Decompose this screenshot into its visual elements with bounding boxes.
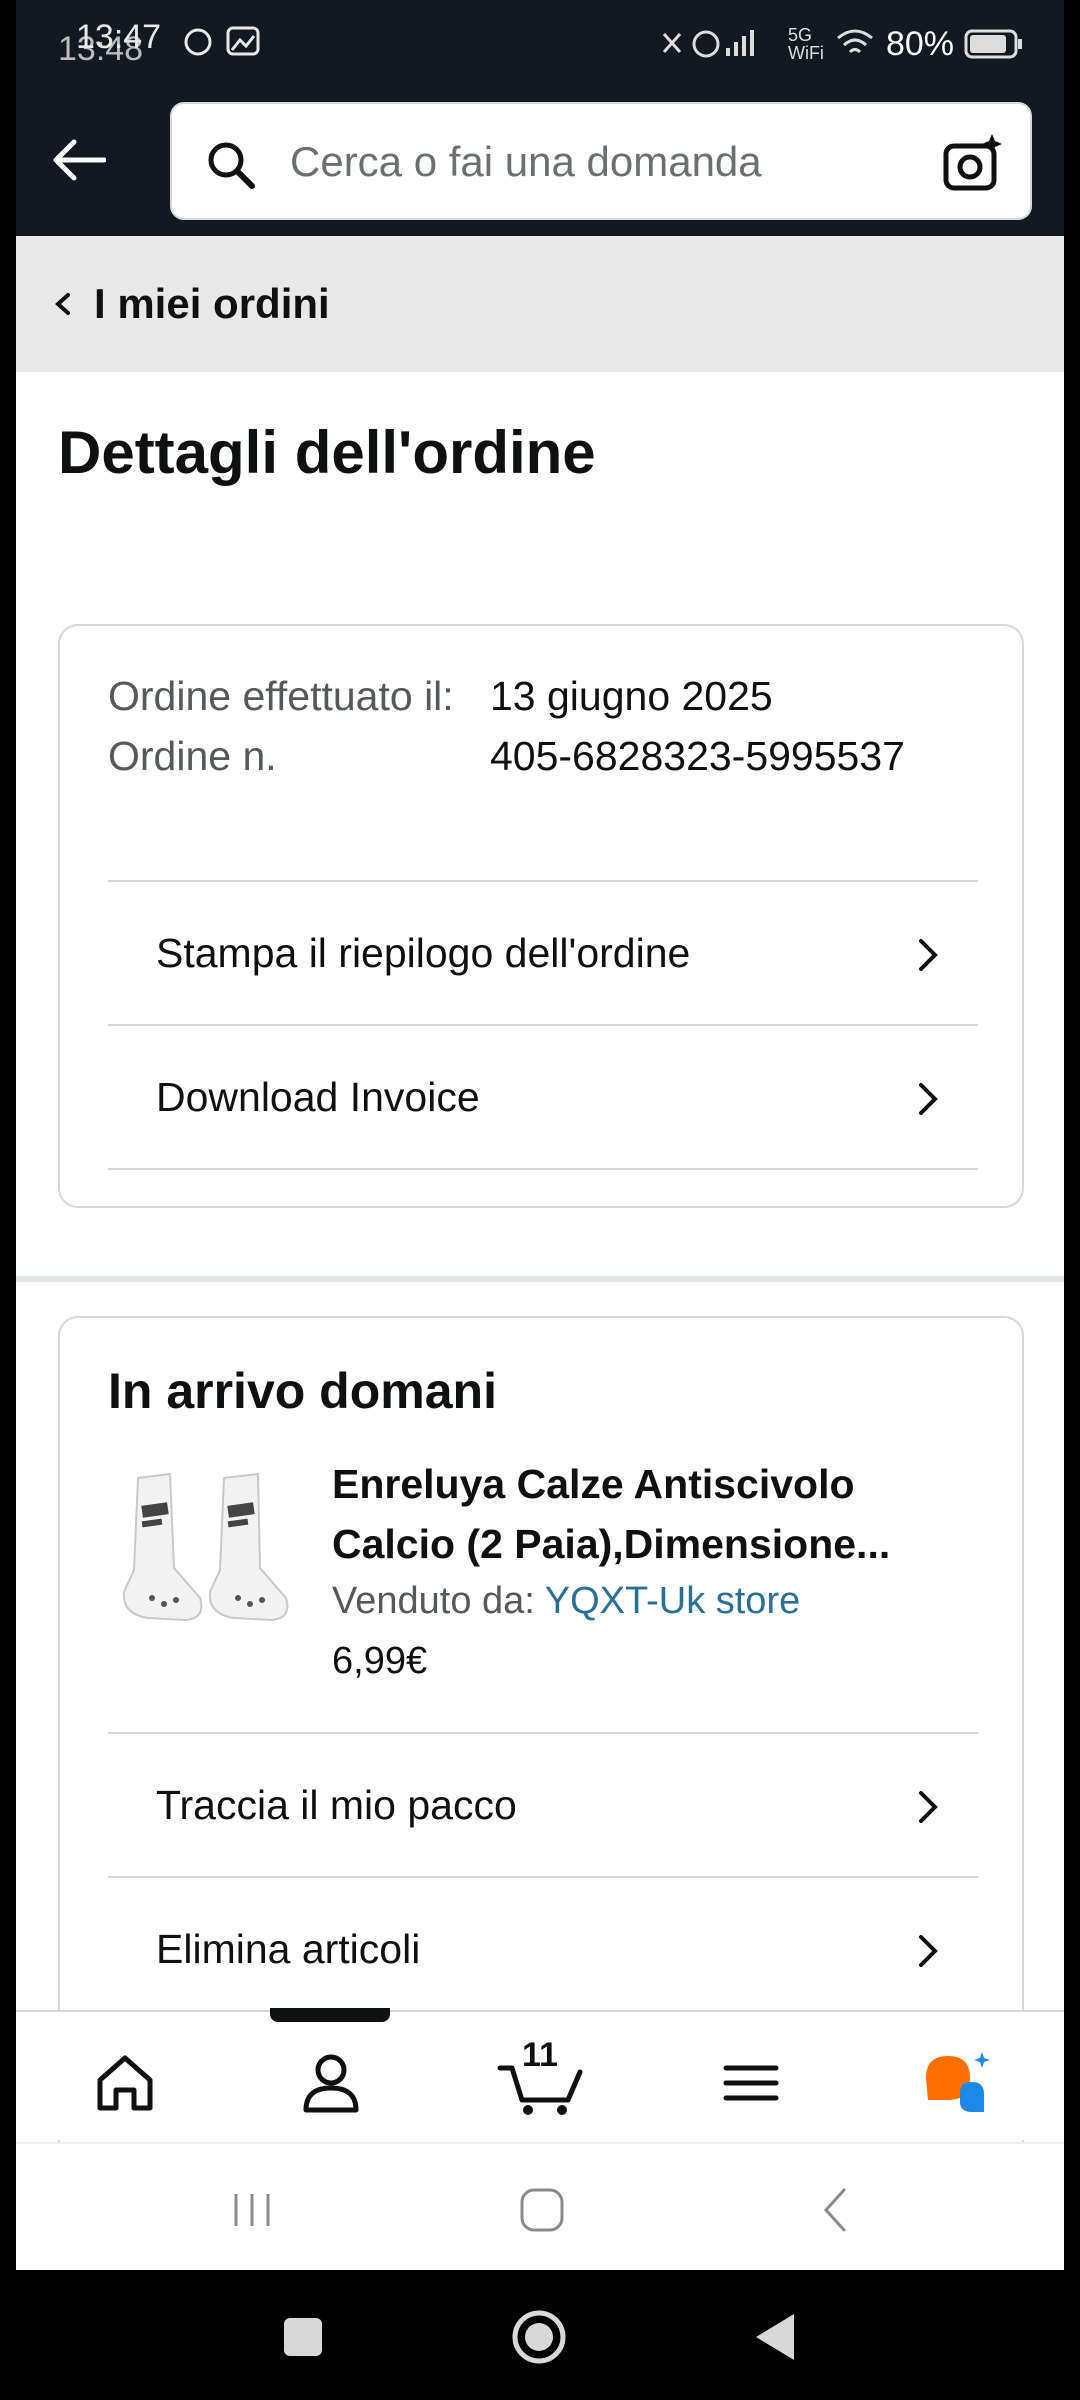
order-summary-card: Ordine effettuato il: Ordine n. 13 giugn… [58,624,1024,1208]
remove-items-link[interactable]: Elimina articoli [108,1876,978,2020]
battery-icon [964,29,1022,59]
back-button-icon[interactable] [806,2180,866,2240]
network-label: 5G [787,25,812,45]
product-title[interactable]: Enreluya Calze Antiscivolo Calcio (2 Pai… [332,1454,972,1574]
back-button[interactable] [44,126,112,194]
menu-icon[interactable] [716,2048,786,2118]
download-invoice-label: Download Invoice [156,1073,480,1120]
print-order-summary-label: Stampa il riepilogo dell'ordine [156,929,691,976]
profile-icon[interactable] [296,2048,366,2118]
notification-icons [184,26,260,56]
status-icons: 5G WiFi 80% [658,22,1024,66]
device-navigation-bar [0,2270,1080,2400]
active-tab-indicator [270,2008,390,2022]
product-image[interactable] [108,1458,298,1648]
camera-search-icon[interactable] [942,132,1004,194]
chevron-right-icon [919,1791,938,1823]
recents-icon[interactable] [222,2180,282,2240]
order-number-value: 405-6828323-5995537 [490,733,905,779]
divider [108,1168,978,1170]
seller-line: Venduto da: YQXT-Uk store [332,1580,800,1623]
bottom-navigation: 11 [16,2008,1064,2140]
order-placed-value: 13 giugno 2025 [490,673,773,719]
home-icon[interactable] [90,2048,160,2118]
track-package-label: Traccia il mio pacco [156,1781,517,1828]
order-labels: Ordine effettuato il: Ordine n. [108,666,468,786]
breadcrumb-label: I miei ordini [94,280,330,327]
device-screen: 13:48 13:47 5G WiFi 80% Cerca o fai una … [0,0,1080,2400]
seller-link[interactable]: YQXT-Uk store [545,1580,801,1622]
shipment-status-title: In arrivo domani [108,1363,497,1419]
search-header [16,86,1064,236]
battery-percent: 80% [885,24,954,63]
amazon-app: 13:48 13:47 5G WiFi 80% Cerca o fai una … [16,0,1064,2270]
page-title: Dettagli dell'ordine [58,419,596,486]
search-icon [208,142,255,189]
order-placed-label: Ordine effettuato il: [108,673,454,719]
circle-icon[interactable] [504,2302,574,2372]
triangle-back-icon[interactable] [740,2302,810,2372]
rufus-assistant-icon[interactable] [920,2048,1000,2118]
arrow-left-icon [53,139,106,181]
product-price: 6,99€ [332,1640,428,1682]
track-package-link[interactable]: Traccia il mio pacco [108,1732,978,1876]
system-navigation-bar [16,2142,1064,2270]
cart-icon[interactable] [496,2048,586,2118]
home-button-icon[interactable] [512,2180,572,2240]
breadcrumb-my-orders[interactable]: I miei ordini [16,236,1064,372]
chevron-right-icon [919,1083,938,1115]
chevron-right-icon [919,1935,938,1967]
status-bar: 13:48 13:47 5G WiFi 80% [16,0,1064,86]
wifi-icon [836,29,873,54]
print-order-summary-link[interactable]: Stampa il riepilogo dell'ordine [108,880,978,1024]
remove-items-label: Elimina articoli [156,1925,421,1972]
status-time: 13:47 [76,18,162,56]
order-number-label: Ordine n. [108,733,277,779]
search-box[interactable] [170,102,1032,220]
square-icon[interactable] [268,2302,338,2372]
seller-label: Venduto da: [332,1580,535,1622]
wifi-label: WiFi [787,43,824,63]
search-input[interactable] [290,122,890,202]
chevron-right-icon [919,939,938,971]
order-values: 13 giugno 2025 405-6828323-5995537 [490,666,905,786]
connectivity-icon [662,30,754,58]
chevron-left-icon [55,293,70,315]
download-invoice-link[interactable]: Download Invoice [108,1024,978,1168]
section-divider [16,1276,1064,1282]
